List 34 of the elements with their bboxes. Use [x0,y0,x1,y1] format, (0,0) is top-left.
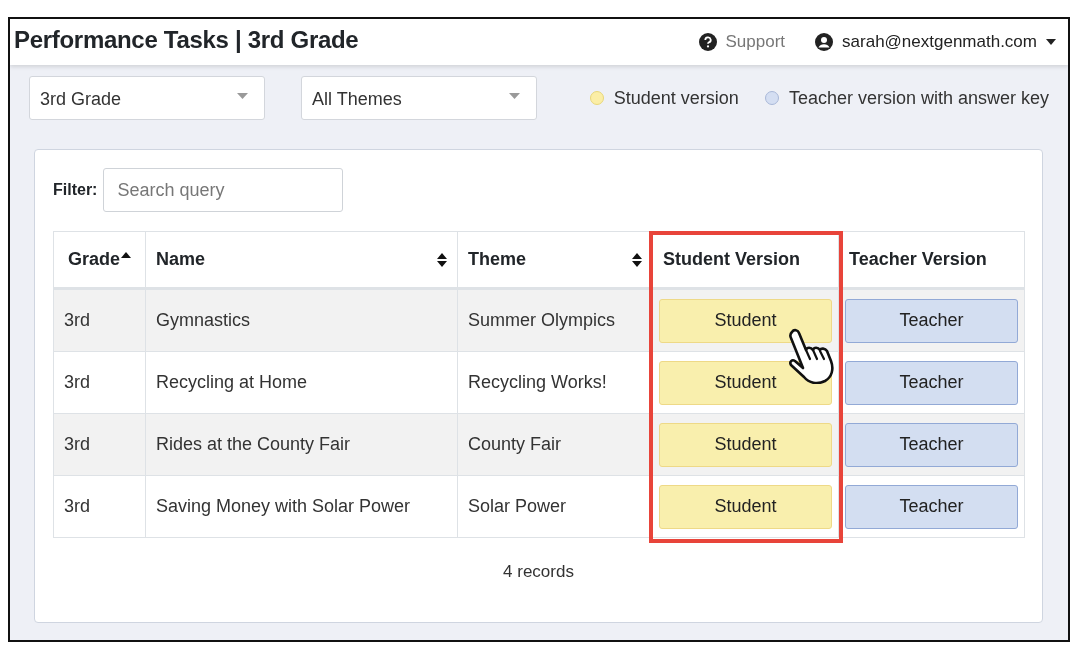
table-cell: 3rd [53,413,146,476]
table-cell: 3rd [53,475,146,538]
legend-label: Teacher version with answer key [788,87,1049,109]
caret-icon [1046,39,1056,45]
dropdown[interactable]: 3rd Grade [29,76,265,120]
sort-icon [632,252,642,267]
caret-icon [237,93,248,99]
search-field[interactable]: Search query [103,168,344,212]
teacher-button[interactable]: Teacher [845,422,1018,467]
student-button[interactable]: Student [659,484,832,529]
table-cell: Rides at the County Fair [145,413,458,476]
teacher-button[interactable]: Teacher [845,298,1018,343]
student-button[interactable]: Student [659,422,832,467]
table-cell: 3rd [53,288,146,352]
hand-cursor-icon [786,328,836,384]
teacher-button[interactable]: Teacher [845,484,1018,529]
help-icon [698,33,717,51]
legend-label: Student version [613,87,739,109]
caret-icon [509,93,520,99]
user-menu[interactable]: sarah@nextgenmath.com [815,32,1056,52]
dropdown[interactable]: All Themes [301,76,537,120]
student-button[interactable]: Student [659,298,832,343]
table-cell: 3rd [53,351,146,414]
page-title: Performance Tasks | 3rd Grade [14,26,360,54]
table-cell: Recycling at Home [145,351,458,414]
sort-ascending-icon [121,251,132,258]
record-count: 4 records [502,562,575,582]
sort-icon [437,252,447,267]
support-link[interactable]: Support [698,32,786,52]
table-cell: Gymnastics [145,288,458,352]
filter-label: Filter: [53,181,98,199]
teacher-button[interactable]: Teacher [845,360,1018,405]
user-icon [815,33,834,51]
table-cell: Saving Money with Solar Power [145,475,458,538]
